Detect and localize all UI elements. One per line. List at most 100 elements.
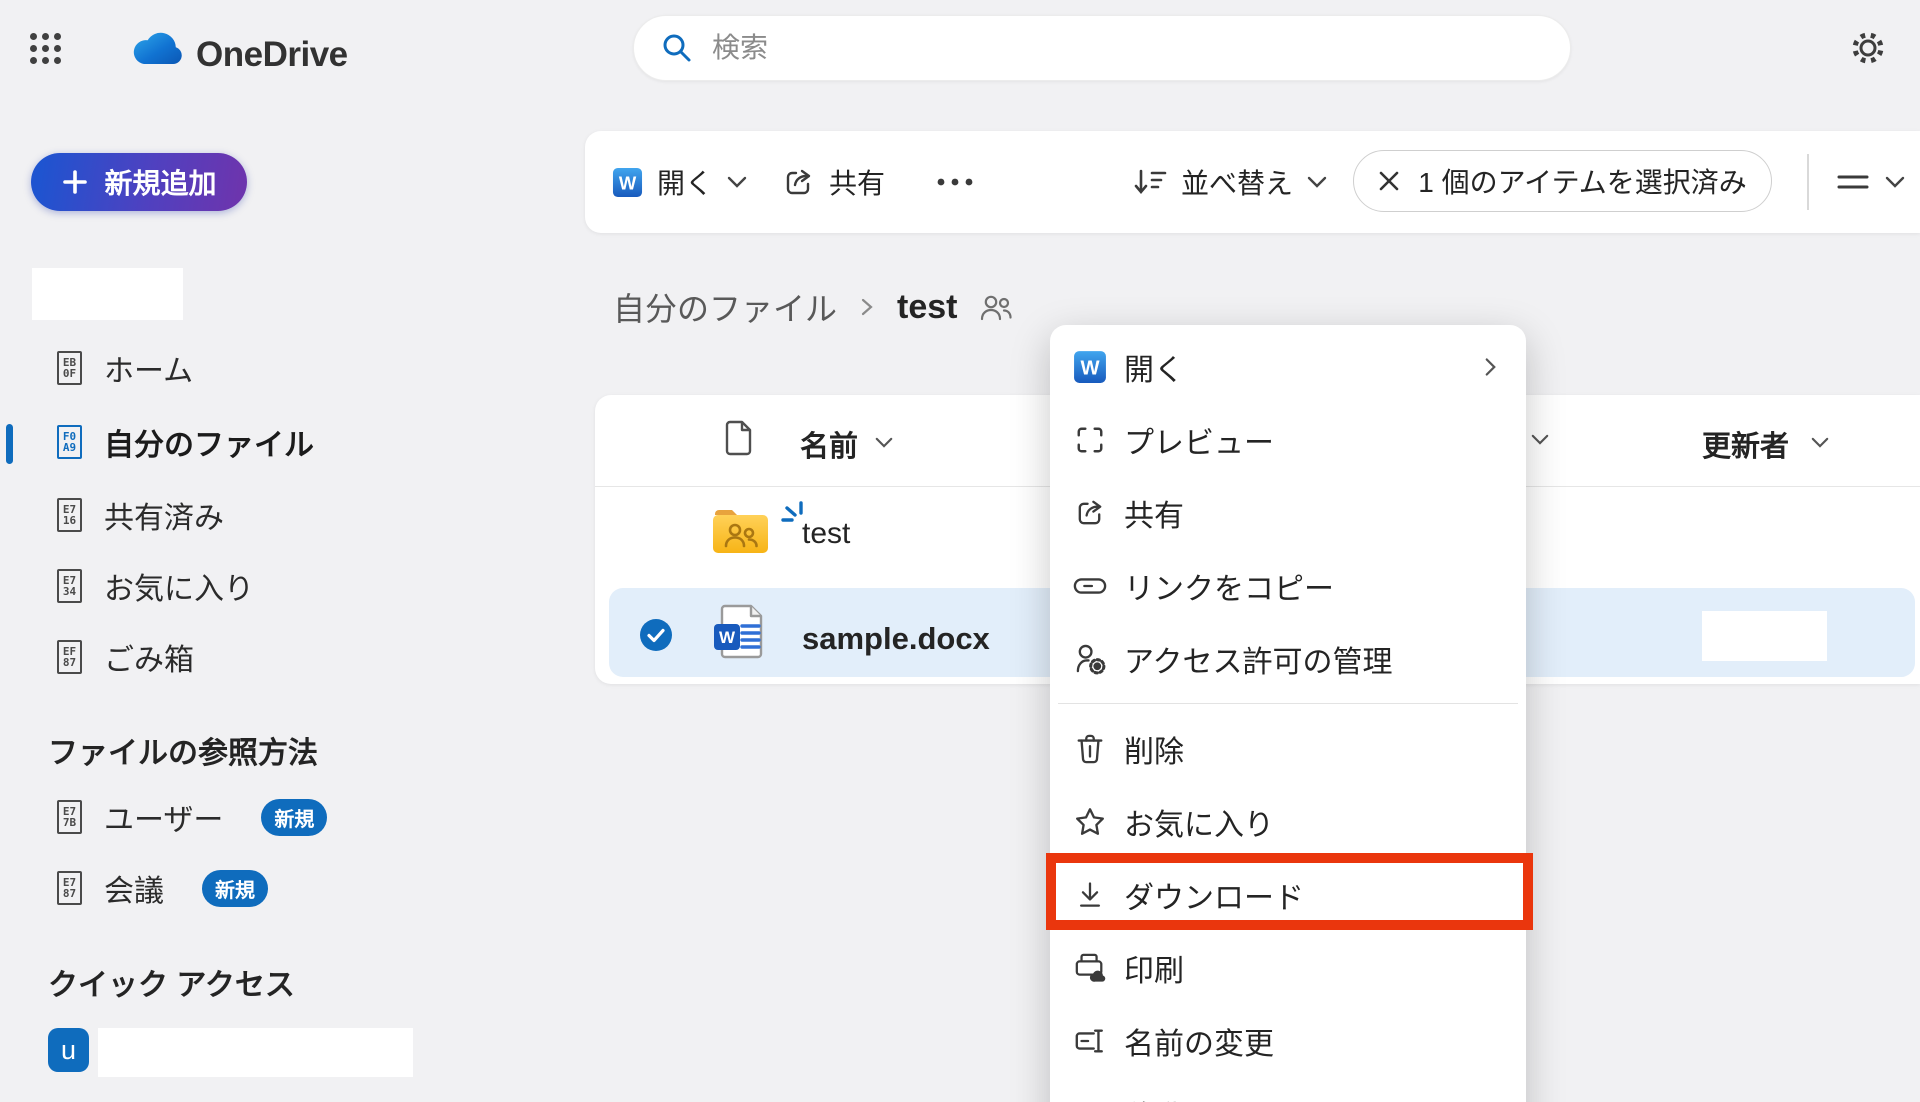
chevron-down-icon [1811, 436, 1829, 449]
menu-item-print[interactable]: 印刷 [1050, 931, 1526, 1004]
sort-label: 並べ替え [1181, 162, 1293, 202]
svg-text:W: W [1080, 357, 1100, 379]
column-header-modified-by[interactable]: 更新者 [1702, 423, 1789, 465]
list-view-icon [1837, 169, 1871, 195]
sidebar-item-label: 会議 [104, 866, 164, 910]
onedrive-app: OneDrive 新規追加 EB0F ホーム F0A9 [0, 0, 1920, 1102]
selection-status: 1 個のアイテムを選択済み [1418, 161, 1747, 201]
file-name[interactable]: sample.docx [802, 621, 990, 657]
quick-access-section-title: クイック アクセス [48, 960, 295, 1004]
redaction-box [98, 1028, 413, 1077]
more-commands-button[interactable] [935, 177, 975, 187]
open-button[interactable]: W 開く [612, 162, 747, 202]
home-icon: EB0F [57, 351, 82, 385]
manage-access-icon [1072, 641, 1107, 676]
menu-item-label: ダウンロード [1124, 873, 1304, 917]
menu-item-manage-access[interactable]: アクセス許可の管理 [1050, 622, 1526, 695]
copy-link-icon [1072, 568, 1107, 603]
menu-item-label: 印刷 [1124, 946, 1184, 990]
word-document-icon: W [709, 601, 771, 663]
clear-selection-button[interactable]: 1 個のアイテムを選択済み [1353, 150, 1772, 212]
settings-gear-icon[interactable] [1848, 28, 1888, 68]
add-new-button[interactable]: 新規追加 [31, 153, 247, 211]
menu-item-label: リンクをコピー [1124, 564, 1334, 608]
sidebar-item-favorites[interactable]: E734 お気に入り [57, 564, 254, 608]
menu-item-label: お気に入り [1124, 800, 1274, 844]
sidebar-item-recycle-bin[interactable]: EF87 ごみ箱 [57, 635, 194, 679]
svg-text:W: W [719, 628, 736, 647]
selected-check-icon[interactable] [639, 618, 673, 652]
move-icon [1072, 1096, 1107, 1102]
menu-item-favorite[interactable]: お気に入り [1050, 785, 1526, 858]
recycle-bin-icon: EF87 [57, 640, 82, 674]
search-bar[interactable] [633, 15, 1571, 81]
sidebar-item-label: お気に入り [104, 564, 254, 608]
menu-item-label: アクセス許可の管理 [1124, 637, 1393, 681]
file-name[interactable]: test [802, 517, 850, 551]
favorites-icon: E734 [57, 569, 82, 603]
new-badge: 新規 [202, 870, 268, 907]
menu-item-move[interactable]: 移動 [1050, 1077, 1526, 1102]
rename-icon [1072, 1023, 1107, 1058]
toolbar-divider [1807, 154, 1809, 210]
search-input[interactable] [710, 31, 1560, 65]
menu-item-label: 名前の変更 [1124, 1019, 1274, 1063]
close-icon [1378, 170, 1400, 192]
submenu-chevron-icon [1483, 355, 1498, 379]
selected-nav-indicator [6, 424, 13, 464]
site-tile-letter: u [61, 1035, 76, 1066]
quick-access-site-tile[interactable]: u [48, 1028, 89, 1072]
print-icon [1072, 950, 1107, 985]
chevron-down-icon [727, 175, 747, 189]
svg-text:W: W [619, 172, 637, 193]
view-options-button[interactable] [1837, 169, 1905, 195]
menu-item-copy-link[interactable]: リンクをコピー [1050, 549, 1526, 622]
sidebar-item-home[interactable]: EB0F ホーム [57, 346, 193, 390]
sidebar-item-label: 自分のファイル [104, 420, 314, 464]
menu-divider [1058, 703, 1518, 704]
sidebar-item-meetings[interactable]: E787 会議 新規 [57, 866, 268, 910]
word-icon: W [1072, 349, 1107, 384]
sidebar-item-label: 共有済み [104, 493, 224, 537]
chevron-down-icon [1885, 175, 1905, 189]
menu-item-rename[interactable]: 名前の変更 [1050, 1004, 1526, 1077]
command-toolbar: W 開く 共有 並べ替え [585, 131, 1920, 233]
add-new-label: 新規追加 [104, 162, 216, 202]
sort-icon [1133, 167, 1167, 197]
share-button[interactable]: 共有 [782, 162, 885, 202]
sort-button[interactable]: 並べ替え [1133, 162, 1327, 202]
menu-item-share[interactable]: 共有 [1050, 476, 1526, 549]
preview-icon [1072, 422, 1107, 457]
people-nav-icon: E77B [57, 800, 82, 834]
shared-people-icon [979, 293, 1013, 321]
breadcrumb-my-files[interactable]: 自分のファイル [613, 284, 837, 330]
search-icon [660, 31, 694, 65]
menu-item-preview[interactable]: プレビュー [1050, 403, 1526, 476]
app-launcher-button[interactable] [27, 30, 63, 66]
sidebar-item-shared[interactable]: E716 共有済み [57, 493, 224, 537]
share-label: 共有 [829, 162, 885, 202]
file-type-column-icon [725, 420, 752, 456]
menu-item-delete[interactable]: 削除 [1050, 712, 1526, 785]
context-menu: W 開く プレビュー 共有 [1050, 325, 1526, 1102]
open-label: 開く [657, 162, 713, 202]
ellipsis-icon [935, 177, 975, 187]
redaction-box [32, 268, 183, 320]
sidebar-item-my-files[interactable]: F0A9 自分のファイル [57, 420, 314, 464]
word-icon: W [612, 167, 643, 198]
menu-item-open[interactable]: W 開く [1050, 330, 1526, 403]
meetings-nav-icon: E787 [57, 871, 82, 905]
sidebar-item-people[interactable]: E77B ユーザー 新規 [57, 795, 327, 839]
sidebar-item-label: ユーザー [104, 795, 223, 839]
breadcrumb-current-folder[interactable]: test [897, 288, 957, 327]
menu-item-download[interactable]: ダウンロード [1050, 858, 1526, 931]
share-icon [1072, 495, 1107, 530]
menu-item-label: 削除 [1124, 727, 1184, 771]
browse-files-section-title: ファイルの参照方法 [48, 728, 318, 772]
new-badge: 新規 [261, 799, 327, 836]
column-header-name[interactable]: 名前 [800, 423, 858, 465]
delete-icon [1072, 731, 1107, 766]
shared-icon: E716 [57, 498, 82, 532]
favorite-icon [1072, 804, 1107, 839]
app-title: OneDrive [196, 35, 348, 75]
